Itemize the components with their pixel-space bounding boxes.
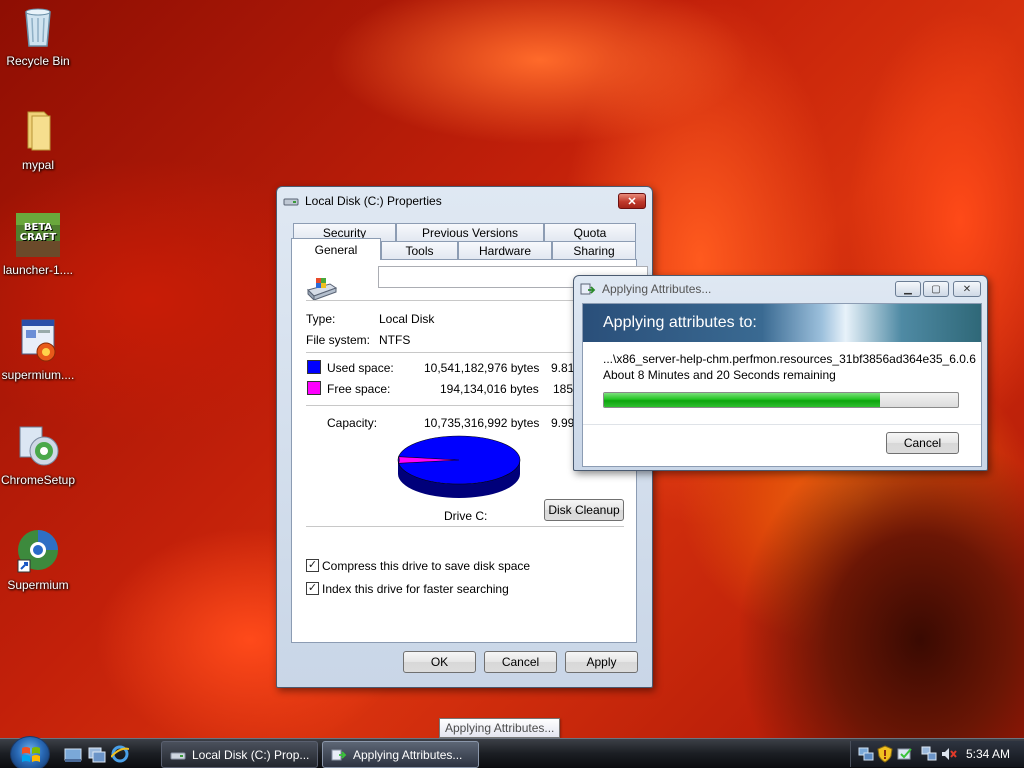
properties-titlebar[interactable]: Local Disk (C:) Properties ✕ [277,187,652,215]
drive-icon [170,752,186,759]
tab-previous-versions[interactable]: Previous Versions [396,223,544,241]
attributes-header-band: Applying attributes to: [583,304,981,342]
capacity-bytes: 10,735,316,992 bytes [424,416,540,430]
check-mark-icon: ✓ [307,559,318,571]
attributes-taskbar-icon [331,749,347,760]
disk-cleanup-button[interactable]: Disk Cleanup [544,499,624,521]
recycle-bin-shortcut[interactable]: Recycle Bin [0,2,76,68]
free-space-short: 185 [553,382,574,396]
compress-checkbox[interactable]: ✓ [306,559,319,572]
tab-general[interactable]: General [291,238,381,260]
used-space-swatch [307,360,321,374]
ok-button[interactable]: OK [403,651,476,673]
network-tray-icon[interactable] [858,746,874,762]
free-space-bytes: 194,134,016 bytes [440,382,539,396]
tab-tools-label: Tools [405,243,434,258]
used-space-bytes: 10,541,182,976 bytes [424,361,540,375]
progress-bar-fill [604,393,881,407]
taskbar-button-attributes-label: Applying Attributes... [353,747,463,762]
used-space-short: 9.81 [551,361,575,375]
type-label: Type: [306,312,336,326]
attributes-title-icon [580,283,596,295]
properties-close-button[interactable]: ✕ [618,193,646,209]
compress-label[interactable]: Compress this drive to save disk space [322,559,530,573]
folder-icon [14,106,62,154]
recycle-bin-label: Recycle Bin [6,54,70,68]
setup-disc-icon [14,421,62,469]
file-system-value: NTFS [379,333,411,347]
system-tray: 5:34 AM [850,741,1024,767]
maximize-button[interactable]: ▢ [923,281,949,297]
supermium-label: Supermium [7,578,69,592]
volume-muted-icon[interactable] [941,746,957,762]
start-button[interactable] [10,736,50,768]
type-value: Local Disk [379,312,435,326]
apply-button[interactable]: Apply [565,651,638,673]
index-checkbox[interactable]: ✓ [306,582,319,595]
time-remaining: About 8 Minutes and 20 Seconds remaining [603,368,836,382]
minecraft-block-icon: BETA CRAFT [14,211,62,259]
tab-sharing-label: Sharing [573,243,615,258]
launcher-shortcut[interactable]: BETA CRAFT launcher-1.... [0,211,76,277]
attributes-close-button[interactable]: ✕ [953,281,981,297]
tab-quota[interactable]: Quota [544,223,636,241]
tab-general-label: General [314,242,358,257]
drive-icon [283,198,299,206]
tab-sharing[interactable]: Sharing [552,241,636,259]
windows-logo-icon [22,747,40,762]
index-label[interactable]: Index this drive for faster searching [322,582,509,596]
progress-bar [603,392,959,408]
network-connection-icon[interactable] [921,746,937,762]
supermium-installer-shortcut[interactable]: supermium.... [0,316,76,382]
attributes-file-path: ...\x86_server-help-chm.perfmon.resource… [603,352,976,366]
tab-hardware[interactable]: Hardware [458,241,552,259]
tab-previous-versions-label: Previous Versions [421,225,519,240]
tab-hardware-label: Hardware [478,243,532,258]
attributes-titlebar[interactable]: Applying Attributes... ▁ ▢ ✕ [574,276,987,302]
tab-tools[interactable]: Tools [381,241,458,259]
taskbar-tooltip: Applying Attributes... [439,718,561,738]
capacity-short: 9.99 [551,416,575,430]
attributes-title: Applying Attributes... [602,282,712,296]
file-system-label: File system: [306,333,371,347]
switch-windows-icon[interactable] [88,747,106,763]
recycle-bin-icon [14,2,62,50]
free-space-swatch [307,381,321,395]
minimize-button[interactable]: ▁ [895,281,921,297]
taskbar-button-properties[interactable]: Local Disk (C:) Prop... [161,741,318,768]
divider [583,424,981,425]
action-center-icon[interactable] [897,746,913,762]
internet-explorer-icon[interactable] [111,745,129,763]
attributes-header: Applying attributes to: [603,314,757,331]
security-shield-icon[interactable] [877,745,893,763]
tab-quota-label: Quota [573,225,607,240]
free-space-label: Free space: [327,382,391,396]
show-desktop-icon[interactable] [64,747,82,763]
mypal-shortcut[interactable]: mypal [0,106,76,172]
properties-title: Local Disk (C:) Properties [305,194,442,208]
attributes-content: Applying attributes to: ...\x86_server-h… [582,303,982,467]
capacity-label: Capacity: [327,416,378,430]
launcher-label: launcher-1.... [2,263,74,277]
applying-attributes-dialog: Applying Attributes... ▁ ▢ ✕ Applying at… [573,275,988,471]
drive-label: Drive C: [444,509,488,523]
cancel-button[interactable]: Cancel [484,651,557,673]
launcher-badge-text: BETA CRAFT [19,222,57,243]
check-mark-icon: ✓ [307,582,318,594]
taskbar-button-properties-label: Local Disk (C:) Prop... [192,747,310,762]
mypal-label: mypal [21,158,54,172]
supermium-installer-label: supermium.... [1,368,75,382]
divider [306,526,624,527]
attributes-cancel-button[interactable]: Cancel [886,432,959,454]
used-space-label: Used space: [327,361,394,375]
supermium-shortcut[interactable]: Supermium [0,526,76,592]
disk-usage-pie [397,435,521,498]
supermium-browser-icon [14,526,62,574]
taskbar: Local Disk (C:) Prop... Applying Attribu… [0,736,1024,768]
chromesetup-label: ChromeSetup [0,473,76,487]
clock[interactable]: 5:34 AM [966,747,1010,761]
chromesetup-shortcut[interactable]: ChromeSetup [0,421,76,487]
taskbar-button-attributes[interactable]: Applying Attributes... [322,741,479,768]
installer-icon [14,316,62,364]
